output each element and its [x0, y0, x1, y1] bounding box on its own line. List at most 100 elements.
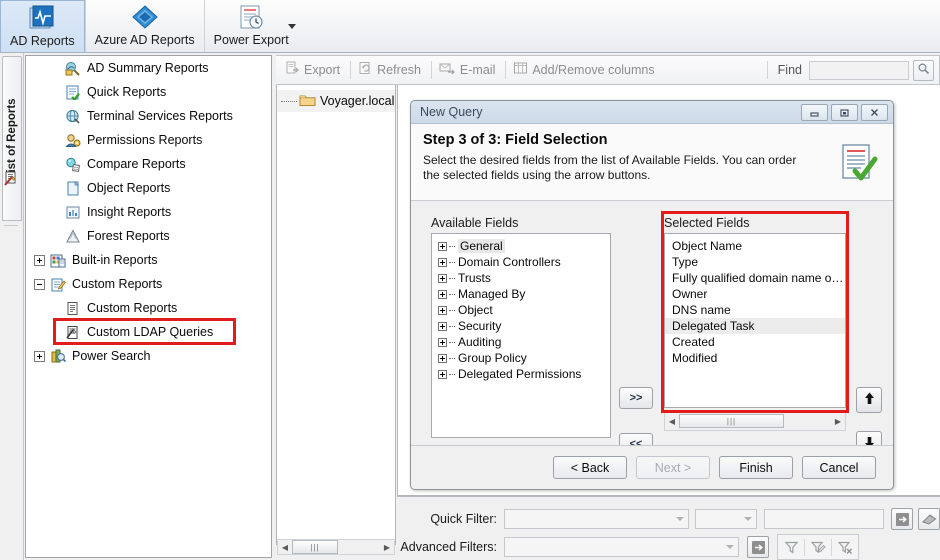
move-field-up-button[interactable] [856, 387, 882, 413]
quick-filter-apply-button[interactable] [891, 508, 913, 530]
expand-icon[interactable] [438, 241, 447, 251]
sidebar-item-compare-reports[interactable]: Compare Reports [26, 152, 271, 176]
sidebar-item-object-reports[interactable]: Object Reports [26, 176, 271, 200]
advanced-filters-apply-button[interactable] [747, 536, 769, 558]
available-field-item[interactable]: Auditing [432, 334, 610, 350]
available-field-item[interactable]: General [432, 238, 610, 254]
sidebar-item-built-in-reports[interactable]: Built-in Reports [26, 248, 271, 272]
sidebar-item-permissions-reports[interactable]: Permissions Reports [26, 128, 271, 152]
ribbon-tab-label: AD Reports [10, 34, 75, 48]
selected-fields-horizontal-scrollbar[interactable]: ◀ ||| ▶ [664, 411, 846, 431]
back-button[interactable]: < Back [553, 456, 627, 479]
domain-tree-root[interactable]: Voyager.local [277, 90, 395, 112]
selected-fields-listbox[interactable]: Object Name Type Fully qualified domain … [664, 233, 846, 408]
scrollbar-thumb[interactable]: ||| [679, 414, 784, 428]
available-field-item[interactable]: Group Policy [432, 350, 610, 366]
dialog-title-bar[interactable]: New Query [411, 101, 893, 124]
vertical-tab-list-of-reports[interactable]: List of Reports [2, 56, 22, 221]
tree-connector [449, 277, 455, 279]
available-field-item[interactable]: Trusts [432, 270, 610, 286]
available-field-item[interactable]: Object [432, 302, 610, 318]
sidebar-item-insight-reports[interactable]: Insight Reports [26, 200, 271, 224]
scrollbar-thumb[interactable]: ||| [292, 540, 338, 554]
expand-icon[interactable] [438, 305, 447, 315]
selected-field-item[interactable]: DNS name [665, 302, 845, 318]
available-field-label: Delegated Permissions [458, 367, 582, 381]
domain-tree-horizontal-scrollbar[interactable]: ◀ ||| ▶ [277, 539, 395, 555]
minimize-button[interactable] [801, 103, 828, 121]
selected-field-item[interactable]: Type [665, 254, 845, 270]
collapse-icon[interactable] [34, 278, 45, 290]
sidebar-item-custom-reports-group[interactable]: Custom Reports [26, 272, 271, 296]
expand-icon[interactable] [438, 321, 447, 331]
dialog-footer: < Back Next > Finish Cancel [411, 445, 893, 489]
selected-field-item[interactable]: Object Name [665, 238, 845, 254]
selected-field-item[interactable]: Delegated Task [665, 318, 845, 334]
finish-button[interactable]: Finish [719, 456, 793, 479]
quick-filter-clear-button[interactable] [918, 508, 940, 530]
email-button[interactable]: E-mail [435, 58, 502, 82]
sidebar-item-terminal-services-reports[interactable]: Terminal Services Reports [26, 104, 271, 128]
ribbon-tab-ad-reports[interactable]: AD Reports [0, 0, 85, 52]
add-remove-columns-button[interactable]: Add/Remove columns [509, 58, 661, 82]
sidebar-item-ad-summary-reports[interactable]: AD Summary Reports [26, 56, 271, 80]
sidebar-item-quick-reports[interactable]: Quick Reports [26, 80, 271, 104]
cancel-button[interactable]: Cancel [802, 456, 876, 479]
expand-icon[interactable] [438, 273, 447, 283]
sidebar-item-custom-ldap-queries[interactable]: Custom LDAP Queries [26, 320, 271, 344]
toolbar-divider [505, 61, 507, 79]
custom-report-leaf-icon [64, 300, 82, 316]
scrollbar-track[interactable]: ||| [292, 540, 380, 554]
find-input[interactable] [809, 60, 909, 80]
selected-field-item[interactable]: Modified [665, 350, 845, 366]
domain-tree-panel[interactable]: Voyager.local [276, 85, 396, 545]
selected-field-item[interactable]: Owner [665, 286, 845, 302]
expand-icon[interactable] [438, 337, 447, 347]
add-field-button[interactable]: >> [619, 387, 653, 409]
scroll-left-arrow[interactable]: ◀ [665, 417, 679, 426]
advanced-filters-select[interactable] [504, 537, 739, 557]
ribbon-tab-power-export[interactable]: Power Export [203, 0, 298, 52]
close-button[interactable] [861, 103, 888, 121]
scroll-right-arrow[interactable]: ▶ [380, 543, 394, 552]
quick-filter-value-input[interactable] [764, 509, 884, 529]
expand-icon[interactable] [438, 289, 447, 299]
filter-edit-icon[interactable] [805, 535, 831, 559]
available-field-item[interactable]: Managed By [432, 286, 610, 302]
quick-filter-operator-select[interactable] [695, 509, 757, 529]
expand-icon[interactable] [34, 254, 45, 266]
chevron-down-icon[interactable] [287, 24, 296, 29]
toolbar-button-label: Add/Remove columns [532, 63, 655, 77]
domain-tree-label: Voyager.local [320, 94, 395, 108]
reports-tree-sidebar[interactable]: AD Summary Reports Quick Reports Termina… [25, 55, 272, 558]
ribbon-tab-azure-ad-reports[interactable]: Azure AD Reports [84, 0, 204, 52]
available-field-item[interactable]: Delegated Permissions [432, 366, 610, 382]
columns-icon [513, 61, 528, 79]
sidebar-item-power-search[interactable]: Power Search [26, 344, 271, 368]
report-wizard-icon[interactable] [3, 171, 19, 190]
refresh-button[interactable]: Refresh [354, 58, 428, 82]
filter-clear-icon[interactable] [832, 535, 858, 559]
sidebar-item-forest-reports[interactable]: Forest Reports [26, 224, 271, 248]
scroll-left-arrow[interactable]: ◀ [278, 543, 292, 552]
available-field-item[interactable]: Domain Controllers [432, 254, 610, 270]
scroll-right-arrow[interactable]: ▶ [831, 417, 845, 426]
expand-icon[interactable] [438, 257, 447, 267]
selected-field-item[interactable]: Created [665, 334, 845, 350]
export-button[interactable]: Export [281, 58, 347, 82]
expand-icon[interactable] [438, 353, 447, 363]
available-field-label: Trusts [458, 271, 491, 285]
selected-field-item[interactable]: Fully qualified domain name of obj... [665, 270, 845, 286]
expand-icon[interactable] [34, 350, 45, 362]
scrollbar-track[interactable]: ||| [679, 414, 831, 428]
restore-button[interactable] [831, 103, 858, 121]
sidebar-item-custom-reports[interactable]: Custom Reports [26, 296, 271, 320]
find-button[interactable] [913, 59, 934, 81]
sidebar-item-label: Object Reports [87, 181, 171, 195]
available-fields-listbox[interactable]: General Domain Controllers Trusts Manage… [431, 233, 611, 438]
expand-icon[interactable] [438, 369, 447, 379]
filter-icon[interactable] [778, 535, 804, 559]
available-field-item[interactable]: Security [432, 318, 610, 334]
quick-filter-field-select[interactable] [504, 509, 689, 529]
sidebar-item-label: Power Search [72, 349, 151, 363]
